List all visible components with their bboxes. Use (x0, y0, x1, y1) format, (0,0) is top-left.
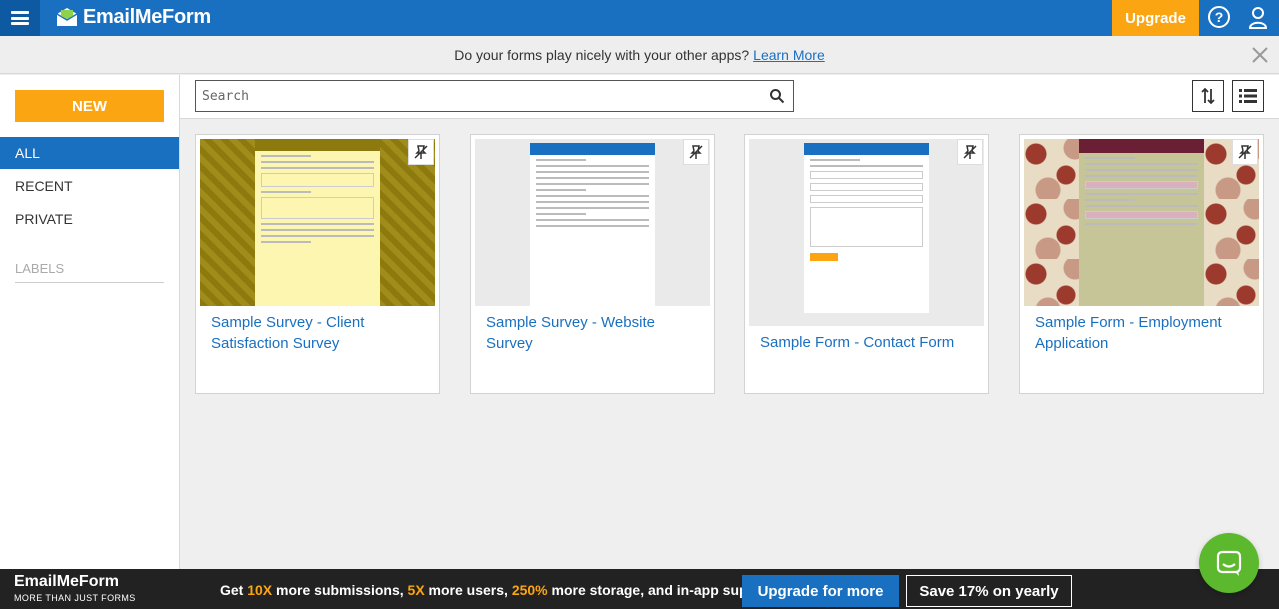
promo-highlight: 5X (407, 582, 425, 598)
form-preview (804, 143, 929, 313)
form-thumbnail[interactable] (749, 139, 984, 326)
search-icon[interactable] (769, 88, 785, 104)
list-view-icon (1239, 89, 1257, 103)
upgrade-for-more-button[interactable]: Upgrade for more (742, 575, 899, 607)
pin-button[interactable] (1232, 139, 1258, 165)
form-thumbnail[interactable] (475, 139, 710, 306)
sidebar-item-all[interactable]: ALL (0, 137, 179, 169)
close-icon[interactable] (1250, 45, 1270, 65)
toolbar (180, 75, 1279, 119)
chat-icon (1216, 550, 1242, 576)
new-form-button[interactable]: NEW (15, 90, 164, 122)
form-preview (255, 139, 380, 306)
footer-logo[interactable]: EmailMeForm MORE THAN JUST FORMS (14, 573, 136, 603)
sidebar-item-private[interactable]: PRIVATE (0, 203, 179, 235)
upgrade-button[interactable]: Upgrade (1112, 0, 1199, 36)
envelope-logo-icon (56, 8, 78, 26)
chat-launcher-button[interactable] (1199, 533, 1259, 593)
search-box (195, 80, 794, 112)
banner-text: Do your forms play nicely with your othe… (454, 46, 750, 63)
pin-button[interactable] (683, 139, 709, 165)
promo-mid: more users, (424, 582, 512, 598)
footer-logo-text: EmailMeForm (14, 573, 119, 590)
pin-button[interactable] (408, 139, 434, 165)
labels-header: LABELS (15, 261, 164, 283)
form-preview (1079, 139, 1204, 306)
pin-off-icon (1238, 145, 1252, 159)
menu-icon[interactable] (0, 0, 40, 36)
sort-icon (1201, 87, 1215, 105)
form-preview (530, 143, 655, 306)
form-title[interactable]: Sample Form - Contact Form (760, 332, 975, 353)
form-title[interactable]: Sample Survey - Website Survey (486, 312, 701, 354)
top-bar: EmailMeForm Upgrade ? (0, 0, 1279, 36)
promo-mid: more submissions, (272, 582, 408, 598)
promo-highlight: 10X (247, 582, 273, 598)
sidebar: NEW ALL RECENT PRIVATE LABELS (0, 75, 180, 569)
form-title[interactable]: Sample Form - Employment Application (1035, 312, 1250, 354)
search-input[interactable] (196, 81, 756, 111)
logo-text: EmailMeForm (83, 5, 211, 28)
sidebar-item-recent[interactable]: RECENT (0, 170, 179, 202)
list-view-button[interactable] (1232, 80, 1264, 112)
help-icon[interactable]: ? (1208, 6, 1230, 28)
form-card[interactable]: Sample Form - Contact Form (744, 134, 989, 394)
promo-footer: EmailMeForm MORE THAN JUST FORMS Get 10X… (0, 569, 1279, 609)
promo-highlight: 250% (511, 582, 548, 598)
form-thumbnail[interactable] (200, 139, 435, 306)
form-title[interactable]: Sample Survey - Client Satisfaction Surv… (211, 312, 426, 354)
promo-pre: Get (220, 582, 248, 598)
form-card[interactable]: Sample Survey - Client Satisfaction Surv… (195, 134, 440, 394)
sort-button[interactable] (1192, 80, 1224, 112)
pin-off-icon (414, 145, 428, 159)
announcement-banner: Do your forms play nicely with your othe… (0, 36, 1279, 74)
pin-off-icon (963, 145, 977, 159)
form-card[interactable]: Sample Form - Employment Application (1019, 134, 1264, 394)
form-thumbnail[interactable] (1024, 139, 1259, 306)
promo-text: Get 10X more submissions, 5X more users,… (220, 582, 779, 598)
app-logo[interactable]: EmailMeForm (55, 2, 211, 32)
user-icon[interactable] (1247, 6, 1269, 30)
learn-more-link[interactable]: Learn More (753, 47, 825, 63)
save-yearly-button[interactable]: Save 17% on yearly (906, 575, 1072, 607)
form-card[interactable]: Sample Survey - Website Survey (470, 134, 715, 394)
pin-off-icon (689, 145, 703, 159)
footer-tagline: MORE THAN JUST FORMS (14, 593, 136, 603)
pin-button[interactable] (957, 139, 983, 165)
